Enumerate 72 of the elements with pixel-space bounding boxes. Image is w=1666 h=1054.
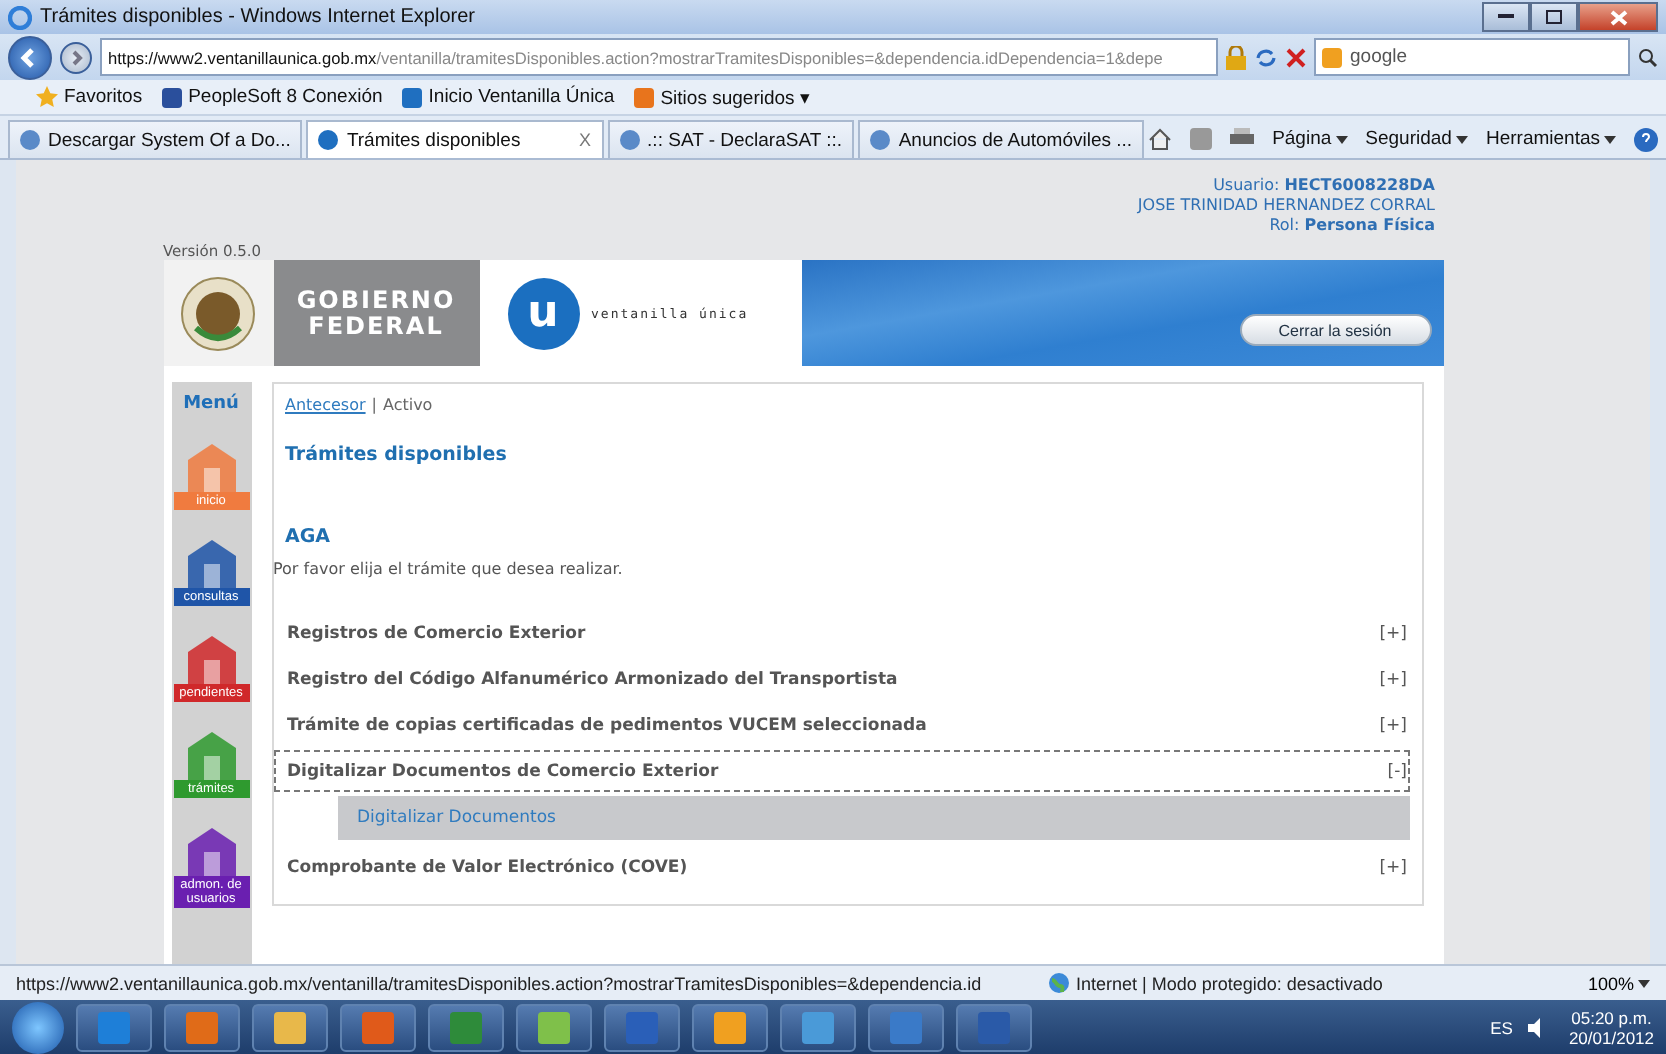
- seal-icon: [180, 275, 256, 351]
- command-menu[interactable]: Herramientas: [1485, 128, 1616, 150]
- taskbar-app[interactable]: [868, 1003, 944, 1051]
- clock[interactable]: 05:20 p.m. 20/01/2012: [1568, 1007, 1654, 1047]
- user-info: JOSE TRINIDAD HERNANDEZ CORRAL: [1137, 196, 1435, 216]
- close-button[interactable]: [1578, 2, 1658, 32]
- favorite-link[interactable]: Inicio Ventanilla Única: [402, 86, 615, 108]
- taskbar-app[interactable]: [252, 1003, 328, 1051]
- favorite-link[interactable]: PeopleSoft 8 Conexión: [162, 86, 383, 108]
- forward-button[interactable]: [60, 41, 92, 73]
- procedure-row[interactable]: Comprobante de Valor Electrónico (COVE) [+]: [273, 846, 1409, 888]
- caret-icon: [1455, 135, 1468, 143]
- breadcrumb-separator: |: [371, 396, 377, 414]
- command-menu[interactable]: Página: [1272, 128, 1348, 150]
- procedure-row[interactable]: Trámite de copias certificadas de pedimentos VUCEM seleccionada [+]: [273, 704, 1409, 746]
- favorite-link[interactable]: Sitios sugeridos ▾: [634, 85, 810, 109]
- star-icon: [36, 86, 58, 108]
- section-heading: AGA: [285, 526, 333, 548]
- minimize-icon: [1498, 14, 1514, 20]
- help-icon[interactable]: [1634, 127, 1658, 151]
- window-title: Trámites disponibles - Windows Internet Explorer: [40, 6, 477, 28]
- menu-title: Menú: [183, 394, 239, 414]
- browser-tab[interactable]: .:: SAT - DeclaraSAT ::.: [607, 120, 855, 158]
- stop-icon[interactable]: [1286, 47, 1306, 67]
- close-icon: [1609, 9, 1627, 25]
- browser-tab[interactable]: Anuncios de Automóviles ...: [858, 120, 1145, 158]
- refresh-icon[interactable]: [1254, 45, 1278, 69]
- lock-icon: [1226, 45, 1246, 69]
- procedure-row[interactable]: Registro del Código Alfanumérico Armonizado del Transportista [+]: [273, 658, 1409, 700]
- search-field[interactable]: google: [1314, 38, 1630, 76]
- browser-tab[interactable]: Descargar System Of a Do...: [8, 120, 303, 158]
- page-heading: Trámites disponibles: [285, 444, 509, 466]
- taskbar-app[interactable]: [164, 1003, 240, 1051]
- search-icon[interactable]: [1638, 47, 1658, 67]
- start-button[interactable]: [12, 1001, 64, 1053]
- caret-icon: [1335, 135, 1348, 143]
- command-menu[interactable]: Seguridad: [1365, 128, 1468, 150]
- taskbar-app[interactable]: [604, 1003, 680, 1051]
- back-button[interactable]: [8, 35, 52, 79]
- ventanilla-logo: u: [507, 277, 579, 349]
- security-zone: Internet | Modo protegido: desactivado: [1047, 972, 1568, 994]
- procedure-row[interactable]: Digitalizar Documentos de Comercio Exterior [-]: [273, 750, 1409, 792]
- taskbar-app[interactable]: [76, 1003, 152, 1051]
- caret-icon: [1638, 979, 1650, 987]
- breadcrumb-current: Activo: [382, 396, 433, 414]
- language-indicator[interactable]: ES: [1490, 1017, 1513, 1037]
- browser-tab[interactable]: Trámites disponibles X: [306, 120, 604, 158]
- caret-icon: [1604, 135, 1616, 143]
- taskbar-app[interactable]: [516, 1003, 592, 1051]
- taskbar-app[interactable]: [340, 1003, 416, 1051]
- taskbar-app[interactable]: [956, 1003, 1032, 1051]
- browser-icon: [8, 5, 32, 29]
- procedure-row[interactable]: Registros de Comercio Exterior [+]: [273, 612, 1409, 654]
- status-url: https://www2.ventanillaunica.gob.mx/ventanilla/tramitesDisponibles.action?mostrarTramitesDisponibles=&dependencia.id: [16, 973, 984, 993]
- printer-icon[interactable]: [1230, 128, 1255, 150]
- logout-button[interactable]: Cerrar la sesión: [1239, 314, 1431, 346]
- user-info: Rol: Persona Física: [1269, 216, 1435, 236]
- taskbar-app[interactable]: [428, 1003, 504, 1051]
- favorites-button[interactable]: Favoritos: [36, 86, 143, 108]
- address-field[interactable]: https://www2.ventanillaunica.gob.mx/ventanilla/tramitesDisponibles.action?mostrarTramitesDisponibles=&dependencia.idDependencia=1&depe: [100, 38, 1218, 76]
- instruction-text: Por favor elija el trámite que desea realizar.: [273, 560, 625, 578]
- minimize-button[interactable]: [1482, 2, 1530, 32]
- home-icon[interactable]: [1148, 128, 1173, 150]
- maximize-icon: [1546, 10, 1562, 24]
- maximize-button[interactable]: [1530, 2, 1578, 32]
- user-info: Usuario: HECT6008228DA: [1213, 176, 1435, 196]
- breadcrumb-link[interactable]: Antecesor: [285, 396, 366, 414]
- taskbar-app[interactable]: [780, 1003, 856, 1051]
- globe-icon: [1047, 972, 1070, 994]
- government-logo: GOBIERNO FEDERAL: [273, 260, 479, 366]
- taskbar-app[interactable]: [692, 1003, 768, 1051]
- zoom-control[interactable]: 100%: [1587, 973, 1650, 993]
